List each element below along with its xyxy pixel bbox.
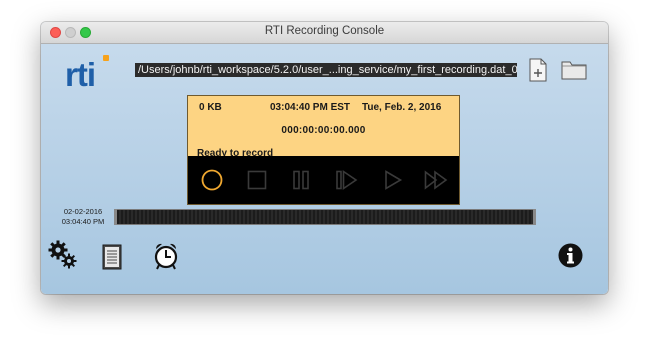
recording-timeline[interactable] (114, 209, 536, 225)
current-time: 03:04:40 PM EST (270, 102, 351, 113)
rti-logo: rti (65, 55, 109, 92)
step-forward-icon[interactable] (335, 168, 359, 192)
recorded-size: 0 KB (199, 102, 222, 113)
title-bar: RTI Recording Console (41, 22, 608, 44)
stop-icon[interactable] (245, 168, 269, 192)
alarm-clock-icon[interactable] (153, 241, 179, 270)
current-date: Tue, Feb. 2, 2016 (362, 102, 442, 113)
notes-icon[interactable] (102, 244, 122, 270)
rti-logo-text: rti (65, 56, 95, 92)
folder-icon[interactable] (561, 58, 587, 80)
new-file-icon[interactable] (529, 58, 547, 82)
timeline-start-handle[interactable] (114, 209, 117, 225)
playback-controls (188, 156, 459, 204)
pause-icon[interactable] (289, 168, 313, 192)
recording-status-panel: 0 KB 03:04:40 PM EST Tue, Feb. 2, 2016 0… (187, 95, 460, 205)
elapsed-counter: 000:00:00:00.000 (281, 125, 366, 136)
recording-file-path[interactable]: /Users/johnb/rti_workspace/5.2.0/user_..… (135, 63, 517, 77)
gears-icon[interactable] (48, 240, 78, 270)
record-icon[interactable] (200, 168, 224, 192)
window-title: RTI Recording Console (264, 25, 385, 37)
info-icon[interactable] (558, 243, 583, 268)
recording-console-window: RTI Recording Console rti /Users/johnb/r… (41, 22, 608, 294)
timeline-start-date: 02-02-2016 (63, 207, 103, 216)
play-icon[interactable] (381, 168, 405, 192)
fast-forward-icon[interactable] (424, 168, 448, 192)
timeline-end-handle[interactable] (533, 209, 536, 225)
timeline-start-time: 03:04:40 PM (61, 217, 105, 226)
